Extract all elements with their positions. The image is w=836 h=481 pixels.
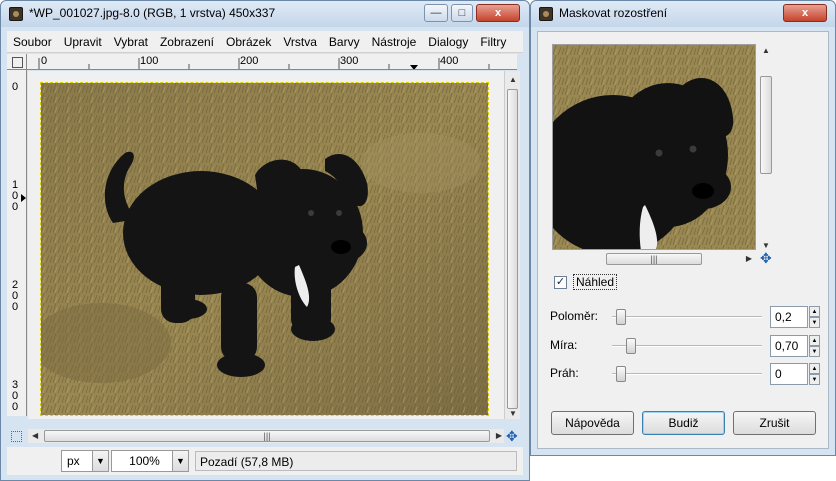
menu-vybrat[interactable]: Vybrat <box>108 35 154 49</box>
scroll-down-arrow-icon[interactable]: ▼ <box>509 409 517 418</box>
unit-value: px <box>67 454 80 468</box>
image-window-title: *WP_001027.jpg-8.0 (RGB, 1 vrstva) 450x3… <box>29 6 276 20</box>
menu-zobrazeni[interactable]: Zobrazení <box>154 35 220 49</box>
zoom-value: 100% <box>129 454 160 468</box>
preview-image[interactable] <box>552 44 756 250</box>
dialog-body: ▲ ▼ ||| ▶ ✥ ✓ Náhled Poloměr: 0,2 ▲ ▼ Mír… <box>537 31 829 449</box>
dialog-title: Maskovat rozostření <box>559 6 668 20</box>
threshold-slider-track[interactable] <box>612 373 762 375</box>
unit-select[interactable]: px ▼ <box>61 450 109 472</box>
dialog-titlebar[interactable]: Maskovat rozostření x <box>531 1 835 27</box>
horizontal-ruler[interactable]: 0 100 200 300 400 <box>27 54 517 70</box>
canvas-horizontal-scrollbar[interactable]: ◀ ||| ▶ <box>28 429 504 443</box>
menu-upravit[interactable]: Upravit <box>58 35 108 49</box>
preview-vertical-scroll-thumb[interactable] <box>760 76 772 174</box>
preview-checkbox-label[interactable]: Náhled <box>573 274 618 290</box>
dialog-close-button[interactable]: x <box>783 4 827 22</box>
zoom-select[interactable]: 100% ▼ <box>111 450 189 472</box>
threshold-label: Práh: <box>550 366 579 380</box>
image-window-titlebar[interactable]: *WP_001027.jpg-8.0 (RGB, 1 vrstva) 450x3… <box>1 1 529 27</box>
amount-spinbox[interactable]: 0,70 <box>770 335 808 357</box>
amount-row: Míra: 0,70 ▲ ▼ <box>550 334 820 358</box>
amount-label: Míra: <box>550 338 578 352</box>
cancel-button[interactable]: Zrušit <box>733 411 816 435</box>
gimp-app-icon <box>9 7 23 21</box>
preview-checkbox[interactable]: ✓ <box>554 275 567 289</box>
menu-barvy[interactable]: Barvy <box>323 35 366 49</box>
chevron-down-icon[interactable]: ▼ <box>172 451 188 471</box>
maximize-button[interactable]: □ <box>451 4 473 22</box>
canvas-horizontal-scroll-thumb[interactable]: ||| <box>44 430 490 442</box>
preview-toggle[interactable]: ✓ Náhled <box>554 273 618 291</box>
scroll-left-arrow-icon[interactable]: ◀ <box>32 431 38 440</box>
radius-row: Poloměr: 0,2 ▲ ▼ <box>550 305 820 329</box>
zoom-image-toggle-icon[interactable] <box>11 431 22 442</box>
threshold-row: Práh: 0 ▲ ▼ <box>550 362 820 386</box>
quick-mask-toggle-icon[interactable] <box>7 54 27 70</box>
status-bar: px ▼ 100% ▼ Pozadí (57,8 MB) <box>7 447 523 475</box>
threshold-spin-buttons[interactable]: ▲ ▼ <box>809 363 820 385</box>
scroll-up-arrow-icon[interactable]: ▲ <box>762 46 770 55</box>
vertical-ruler[interactable]: 0 1 0 0 2 0 0 3 0 0 <box>7 70 27 416</box>
scroll-down-arrow-icon[interactable]: ▼ <box>762 241 770 250</box>
menu-bar: Soubor Upravit Vybrat Zobrazení Obrázek … <box>7 31 523 53</box>
navigate-icon[interactable]: ✥ <box>506 428 518 445</box>
amount-slider-handle[interactable] <box>626 338 636 354</box>
radius-slider-track[interactable] <box>612 316 762 318</box>
ruler-v-marks <box>21 194 26 202</box>
menu-dialogy[interactable]: Dialogy <box>422 35 474 49</box>
gimp-dialog-icon <box>539 7 553 21</box>
minimize-button[interactable]: — <box>424 4 448 22</box>
image-window: *WP_001027.jpg-8.0 (RGB, 1 vrstva) 450x3… <box>0 0 530 481</box>
canvas-vertical-scroll-thumb[interactable] <box>507 89 518 409</box>
scroll-up-arrow-icon[interactable]: ▲ <box>509 75 517 84</box>
puppy-photo <box>40 82 489 416</box>
scroll-right-arrow-icon[interactable]: ▶ <box>746 254 752 263</box>
chevron-down-icon[interactable]: ▼ <box>92 451 108 471</box>
image-canvas[interactable] <box>28 71 504 419</box>
scroll-right-arrow-icon[interactable]: ▶ <box>496 431 502 440</box>
ruler-h-marks <box>38 58 490 69</box>
canvas-vertical-scrollbar[interactable]: ▲ ▼ <box>504 71 520 419</box>
layer-status: Pozadí (57,8 MB) <box>195 451 517 471</box>
threshold-slider-handle[interactable] <box>616 366 626 382</box>
radius-spinbox[interactable]: 0,2 <box>770 306 808 328</box>
preview-navigate-icon[interactable]: ✥ <box>760 250 772 267</box>
help-button[interactable]: Nápověda <box>551 411 634 435</box>
preview-horizontal-scrollbar[interactable]: ||| ▶ <box>552 252 756 266</box>
unsharp-mask-dialog: Maskovat rozostření x ▲ ▼ ||| ▶ ✥ ✓ Náhl… <box>530 0 836 456</box>
menu-nastroje[interactable]: Nástroje <box>366 35 423 49</box>
radius-slider-handle[interactable] <box>616 309 626 325</box>
ok-button[interactable]: Budiž <box>642 411 725 435</box>
menu-obrazek[interactable]: Obrázek <box>220 35 277 49</box>
menu-vrstva[interactable]: Vrstva <box>277 35 323 49</box>
close-button[interactable]: x <box>476 4 520 22</box>
threshold-spinbox[interactable]: 0 <box>770 363 808 385</box>
radius-label: Poloměr: <box>550 309 599 323</box>
menu-soubor[interactable]: Soubor <box>7 35 58 49</box>
menu-filtry[interactable]: Filtry <box>474 35 512 49</box>
preview-horizontal-scroll-thumb[interactable]: ||| <box>606 253 702 265</box>
amount-spin-buttons[interactable]: ▲ ▼ <box>809 335 820 357</box>
preview-vertical-scrollbar[interactable]: ▲ ▼ <box>759 44 773 250</box>
radius-spin-buttons[interactable]: ▲ ▼ <box>809 306 820 328</box>
